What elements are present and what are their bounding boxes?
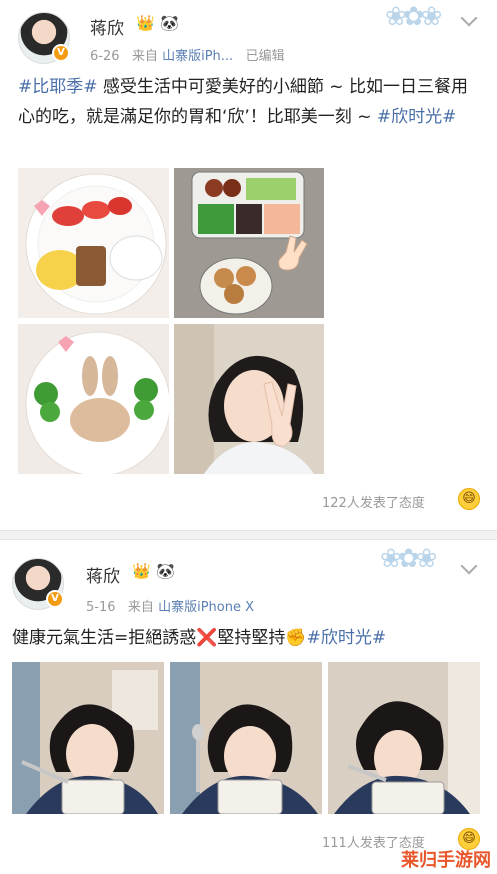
source-prefix: 来自	[127, 600, 154, 615]
source-link[interactable]: 山寨版iPhone X	[158, 600, 254, 615]
photo-eating-2[interactable]	[170, 662, 322, 814]
post-date: 5-16	[86, 600, 116, 615]
photo-selfie-peace[interactable]	[174, 324, 324, 474]
post-text: #比耶季# 感受生活中可愛美好的小細節 ~ 比如一日三餐用心的吃，就是滿足你的胃…	[18, 72, 480, 132]
site-watermark: 莱归手游网	[401, 850, 491, 871]
flower-decoration: ❀✿❀	[380, 544, 437, 574]
post-meta: 6-26 来自 山寨版iPh... 已编辑	[90, 45, 285, 64]
crown-emoji: 👑	[136, 14, 155, 32]
weibo-post-2: V 蒋欣 👑 🐼 5-16 来自 山寨版iPhone X ❀✿❀ 健康元氣生活=…	[0, 540, 497, 874]
source-link[interactable]: 山寨版iPh...	[162, 49, 233, 64]
photo-breakfast-plate[interactable]	[18, 168, 169, 318]
photo-lunch-boxes[interactable]	[174, 168, 324, 318]
chevron-down-icon[interactable]	[460, 9, 478, 27]
panda-emoji: 🐼	[156, 562, 175, 580]
edited-label: 已编辑	[245, 49, 285, 64]
source-prefix: 来自	[131, 49, 158, 64]
crown-emoji: 👑	[132, 562, 151, 580]
post-body: 健康元氣生活=拒絕誘惑	[12, 628, 197, 648]
post-body-2: 堅持堅持	[217, 628, 286, 648]
flower-decoration: ❀✿❀	[385, 2, 442, 32]
user-name[interactable]: 蒋欣	[86, 562, 120, 587]
weibo-post-1: V 蒋欣 👑 🐼 6-26 来自 山寨版iPh... 已编辑 ❀✿❀ #比耶季#…	[0, 0, 497, 530]
fist-emoji: ✊	[285, 628, 307, 648]
laughing-emoji-icon[interactable]: 😄	[458, 488, 480, 510]
reaction-count[interactable]: 122人发表了态度	[322, 492, 425, 511]
hashtag-biye[interactable]: #比耶季#	[18, 77, 98, 97]
post-text: 健康元氣生活=拒絕誘惑❌堅持堅持✊#欣时光#	[12, 623, 488, 653]
user-name[interactable]: 蒋欣	[90, 14, 124, 39]
cross-emoji: ❌	[196, 628, 218, 648]
photo-bunny-rice-plate[interactable]	[18, 324, 169, 474]
photo-eating-3[interactable]	[328, 662, 480, 814]
panda-emoji: 🐼	[160, 14, 179, 32]
post-meta: 5-16 来自 山寨版iPhone X	[86, 596, 254, 615]
post-divider	[0, 530, 497, 540]
photo-eating-1[interactable]	[12, 662, 164, 814]
hashtag-xinshiguang[interactable]: #欣时光#	[307, 628, 387, 648]
post-date: 6-26	[90, 49, 120, 64]
verified-badge-icon: V	[52, 44, 70, 62]
hashtag-xinshiguang[interactable]: #欣时光#	[377, 107, 457, 127]
chevron-down-icon[interactable]	[460, 557, 478, 575]
verified-badge-icon: V	[46, 590, 64, 608]
